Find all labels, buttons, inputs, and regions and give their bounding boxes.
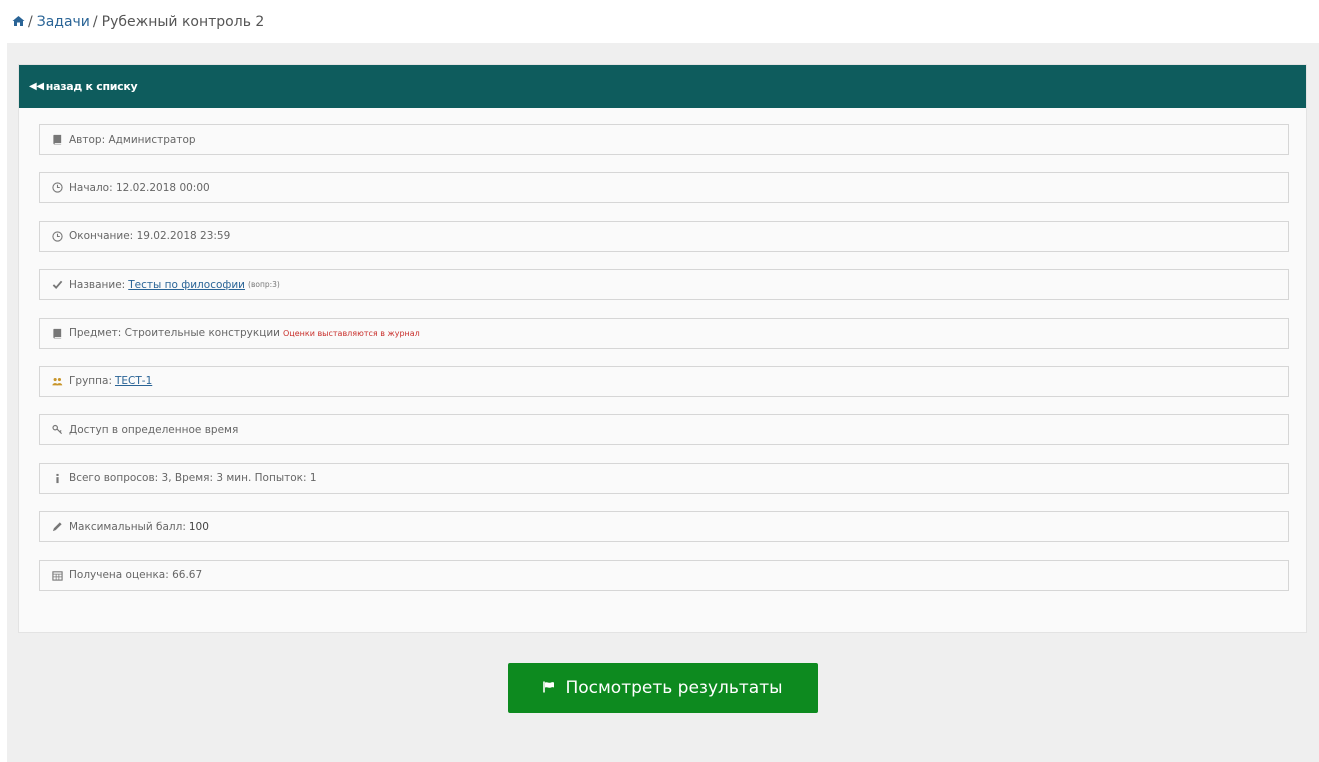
test-name-link[interactable]: Тесты по философии bbox=[128, 279, 245, 291]
breadcrumb-separator: / bbox=[92, 14, 98, 30]
summary-label: Всего вопросов: 3, Время: 3 мин. Попыток… bbox=[69, 472, 317, 485]
grade-value: 66.67 bbox=[172, 569, 203, 582]
author-label: Автор: bbox=[69, 133, 106, 146]
key-icon bbox=[52, 424, 66, 435]
subject-row: Предмет: Строительные конструкции Оценки… bbox=[39, 317, 1289, 349]
book-icon bbox=[52, 328, 66, 339]
group-label: Группа: bbox=[69, 375, 112, 388]
flag-icon bbox=[543, 678, 555, 698]
end-value: 19.02.2018 23:59 bbox=[136, 230, 231, 243]
view-results-button[interactable]: Посмотреть результаты bbox=[508, 663, 818, 713]
clock-icon bbox=[52, 182, 66, 194]
author-row: Автор: Администратор bbox=[39, 124, 1289, 155]
subject-value: Строительные конструкции bbox=[124, 327, 280, 340]
access-row: Доступ в определенное время bbox=[39, 414, 1289, 446]
access-label: Доступ в определенное время bbox=[69, 423, 239, 436]
start-value: 12.02.2018 00:00 bbox=[115, 181, 210, 194]
back-to-list-label: назад к списку bbox=[45, 80, 138, 93]
info-icon bbox=[52, 473, 66, 484]
start-label: Начало: bbox=[69, 181, 113, 194]
max-score-value: 100 bbox=[188, 520, 209, 533]
author-value: Администратор bbox=[108, 133, 196, 146]
home-icon[interactable] bbox=[12, 14, 25, 30]
content-area: ◀◀ назад к списку Автор: Администратор Н… bbox=[7, 43, 1319, 762]
group-link[interactable]: ТЕСТ-1 bbox=[115, 375, 152, 387]
name-row: Название: Тесты по философии (вопр:3) bbox=[39, 269, 1289, 301]
grades-journal-note: Оценки выставляются в журнал bbox=[283, 328, 420, 338]
breadcrumb-tasks-link[interactable]: Задачи bbox=[37, 14, 90, 30]
subject-label: Предмет: bbox=[69, 327, 122, 340]
max-score-row: Максимальный балл: 100 bbox=[39, 511, 1289, 543]
info-list: Автор: Администратор Начало: 12.02.2018 … bbox=[39, 124, 1289, 608]
book-icon bbox=[52, 134, 66, 145]
end-row: Окончание: 19.02.2018 23:59 bbox=[39, 220, 1289, 252]
grade-label: Получена оценка: bbox=[69, 569, 169, 582]
question-count-note: (вопр:3) bbox=[248, 280, 280, 290]
backward-icon: ◀◀ bbox=[29, 81, 44, 92]
name-label: Название: bbox=[69, 278, 126, 291]
breadcrumb-current: Рубежный контроль 2 bbox=[101, 14, 265, 30]
breadcrumb-separator: / bbox=[28, 14, 33, 30]
breadcrumb: / Задачи / Рубежный контроль 2 bbox=[12, 14, 264, 30]
pencil-icon bbox=[52, 521, 66, 532]
end-label: Окончание: bbox=[69, 230, 134, 243]
summary-row: Всего вопросов: 3, Время: 3 мин. Попыток… bbox=[39, 462, 1289, 494]
grade-row: Получена оценка: 66.67 bbox=[39, 559, 1289, 591]
calendar-icon bbox=[52, 570, 66, 581]
users-icon bbox=[52, 376, 66, 387]
start-row: Начало: 12.02.2018 00:00 bbox=[39, 172, 1289, 204]
check-icon bbox=[52, 279, 66, 290]
max-score-label: Максимальный балл: bbox=[69, 520, 186, 533]
view-results-label: Посмотреть результаты bbox=[565, 678, 783, 698]
task-panel: ◀◀ назад к списку Автор: Администратор Н… bbox=[18, 64, 1307, 633]
clock-icon bbox=[52, 231, 66, 242]
back-to-list-link[interactable]: ◀◀ назад к списку bbox=[19, 65, 1306, 108]
group-row: Группа: ТЕСТ-1 bbox=[39, 365, 1289, 397]
